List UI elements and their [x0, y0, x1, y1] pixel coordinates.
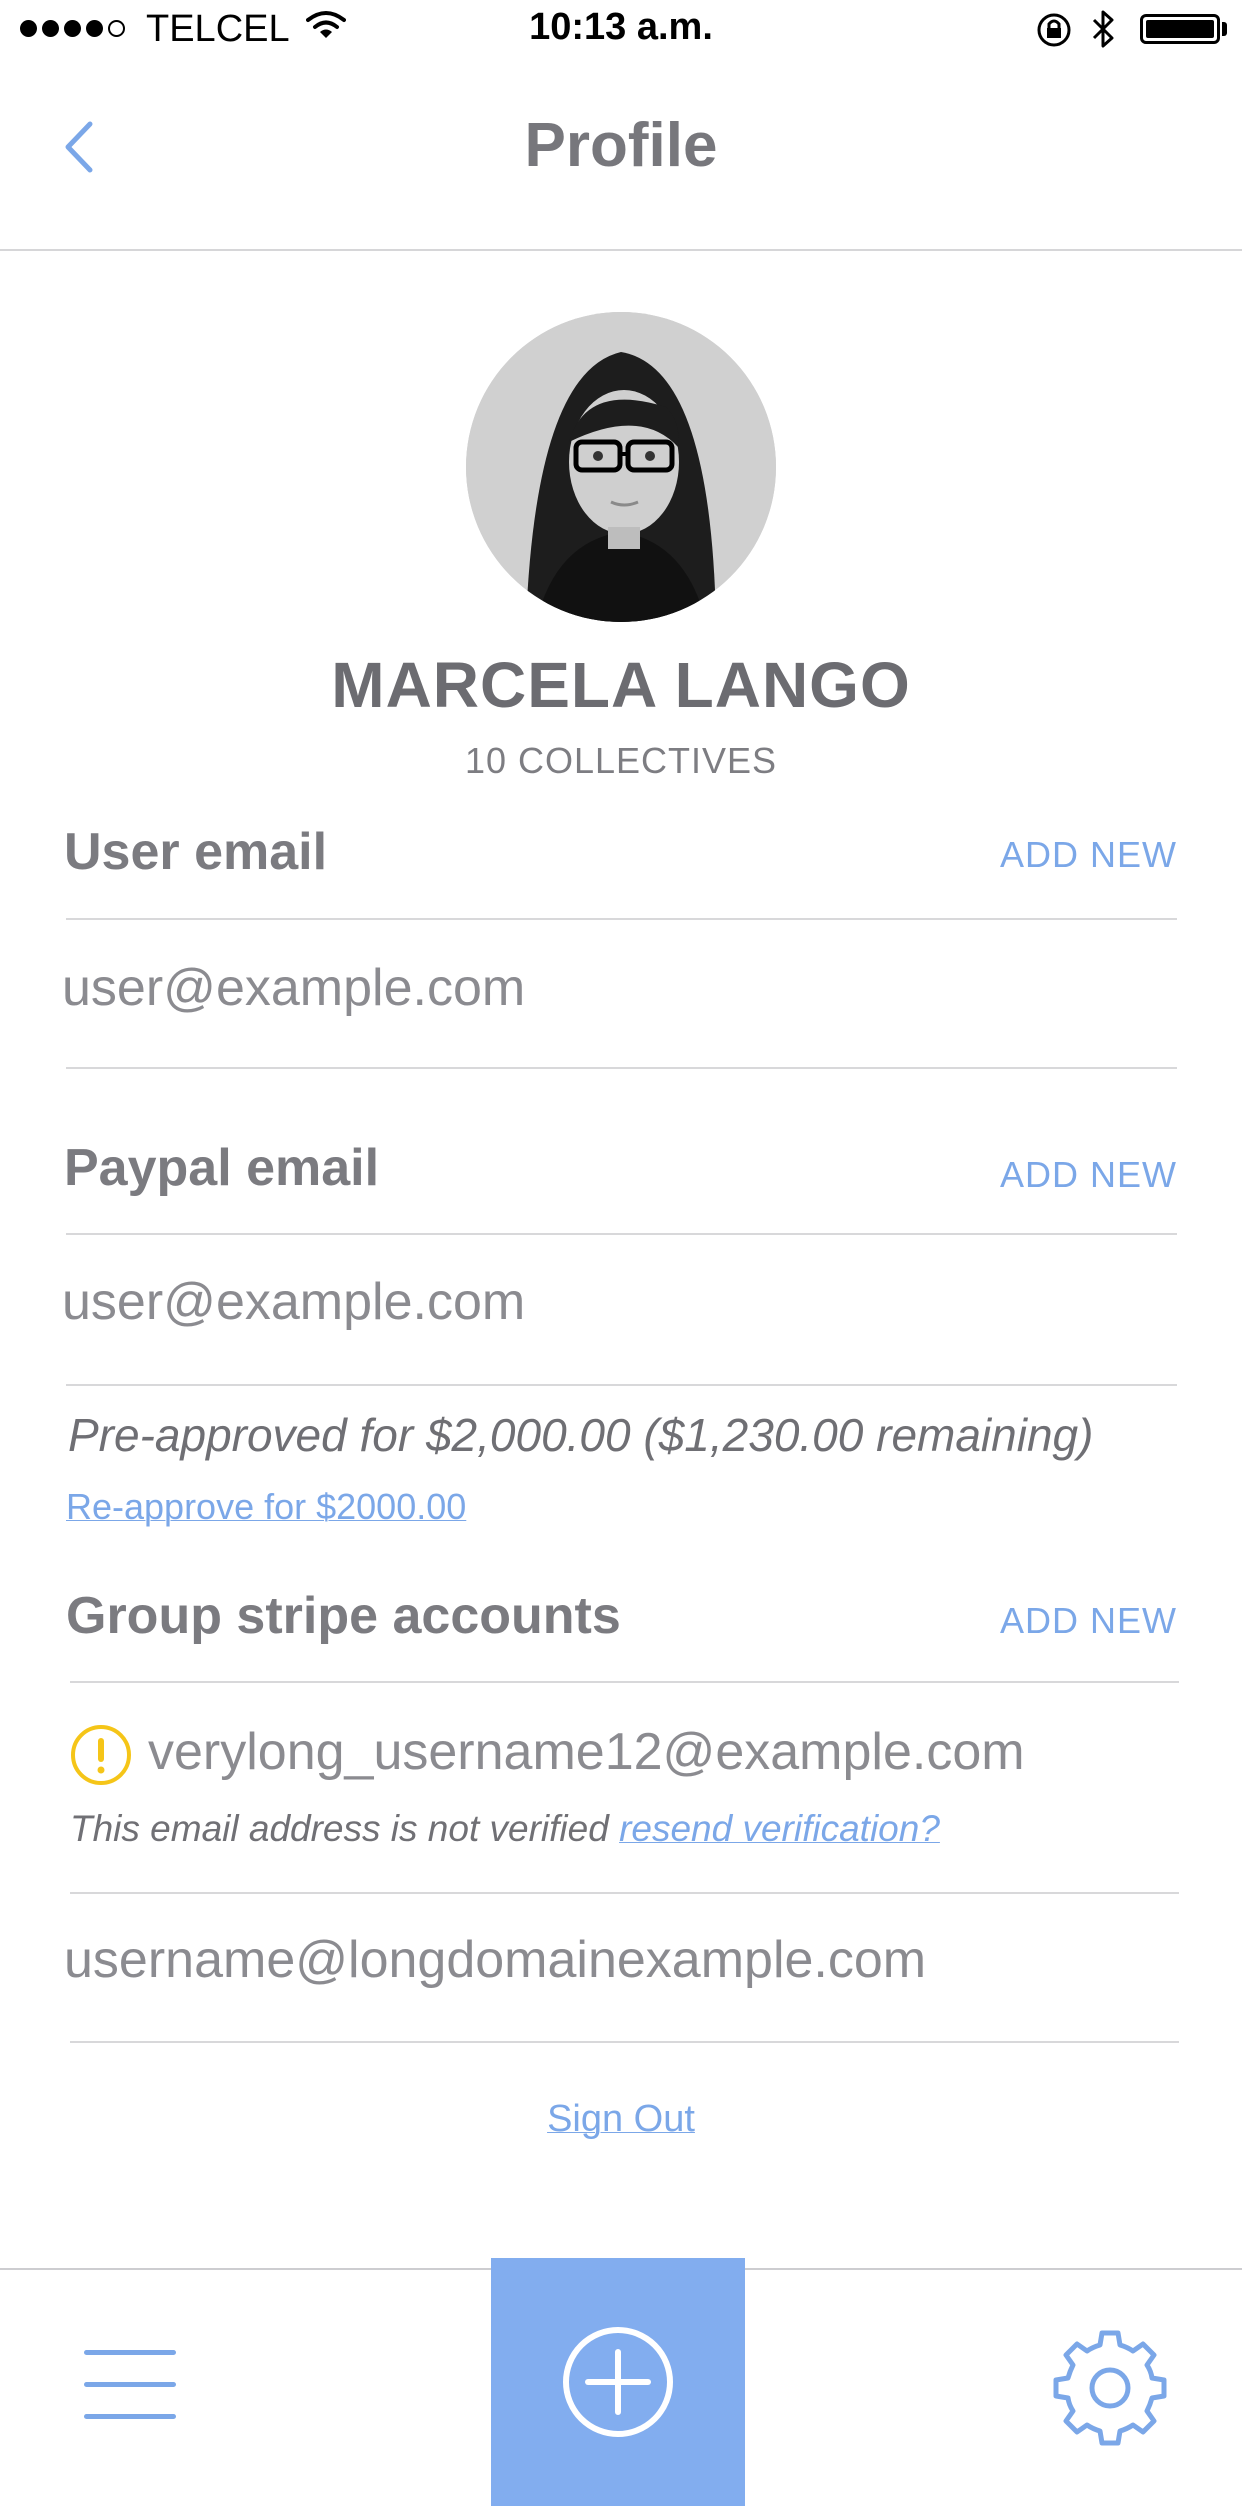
avatar — [466, 312, 776, 622]
reapprove-link[interactable]: Re-approve for $2000.00 — [66, 1486, 466, 1528]
divider — [70, 1892, 1179, 1894]
preapproved-note: Pre-approved for $2,000.00 ($1,230.00 re… — [68, 1409, 1094, 1461]
status-bar: TELCEL 10:13 a.m. — [0, 0, 1242, 60]
page-title: Profile — [524, 111, 718, 180]
stripe-accounts-heading: Group stripe accounts — [66, 1587, 621, 1645]
battery-icon — [1140, 14, 1220, 44]
gear-icon[interactable] — [1052, 2330, 1168, 2451]
rotation-lock-icon — [1035, 12, 1073, 53]
divider — [66, 918, 1177, 920]
stripe-account-email[interactable]: username@longdomainexample.com — [64, 1930, 926, 1990]
resend-verification-link[interactable]: resend verification? — [619, 1808, 940, 1849]
paypal-email-heading: Paypal email — [64, 1139, 380, 1197]
collectives-count: 10 COLLECTIVES — [464, 740, 778, 781]
sign-out-row: Sign Out — [0, 2098, 1242, 2141]
sign-out-link[interactable]: Sign Out — [547, 2098, 695, 2140]
divider — [70, 2041, 1179, 2043]
divider — [66, 1384, 1177, 1386]
hamburger-menu-icon[interactable] — [84, 2350, 176, 2446]
stripe-add-new-button[interactable]: ADD NEW — [1000, 1600, 1177, 1642]
divider — [66, 1067, 1177, 1069]
bluetooth-icon — [1090, 8, 1116, 55]
nav-divider — [0, 249, 1242, 251]
divider — [66, 1233, 1177, 1235]
paypal-email-add-new-button[interactable]: ADD NEW — [1000, 1154, 1177, 1196]
battery-tip — [1222, 22, 1227, 36]
stripe-account-email[interactable]: verylong_username12@example.com — [148, 1722, 1025, 1782]
add-button[interactable] — [491, 2258, 745, 2506]
unverified-message: This email address is not verified — [70, 1808, 609, 1849]
user-email-heading: User email — [64, 823, 328, 881]
divider — [70, 1681, 1179, 1683]
warning-icon — [70, 1724, 132, 1791]
profile-name: MARCELA LANGO — [331, 649, 911, 721]
unverified-note: This email address is not verified resen… — [70, 1808, 940, 1850]
paypal-email-value[interactable]: user@example.com — [62, 1272, 525, 1332]
plus-circle-icon — [563, 2327, 673, 2437]
user-email-add-new-button[interactable]: ADD NEW — [1000, 834, 1177, 876]
user-email-value[interactable]: user@example.com — [62, 958, 525, 1018]
